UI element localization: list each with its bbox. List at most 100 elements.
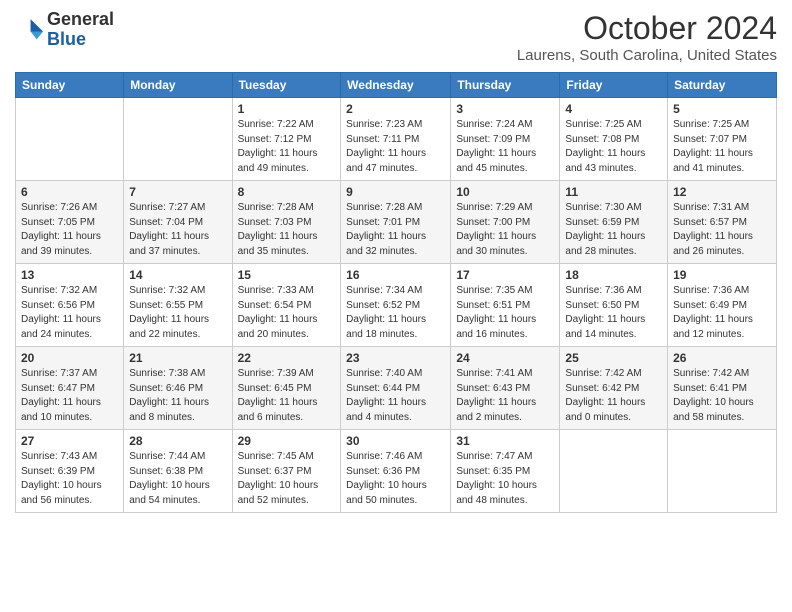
- day-info: Sunrise: 7:34 AM Sunset: 6:52 PM Dayligh…: [346, 284, 445, 342]
- day-number: 7: [129, 185, 226, 199]
- location-title: Laurens, South Carolina, United States: [517, 47, 777, 64]
- calendar-cell: [16, 98, 124, 181]
- day-number: 2: [346, 102, 445, 116]
- day-info: Sunrise: 7:42 AM Sunset: 6:42 PM Dayligh…: [565, 367, 662, 425]
- day-number: 11: [565, 185, 662, 199]
- calendar-cell: 17 Sunrise: 7:35 AM Sunset: 6:51 PM Dayli…: [451, 264, 560, 347]
- calendar-header-saturday: Saturday: [668, 73, 777, 98]
- day-info: Sunrise: 7:40 AM Sunset: 6:44 PM Dayligh…: [346, 367, 445, 425]
- day-number: 26: [673, 351, 771, 365]
- day-number: 6: [21, 185, 118, 199]
- day-number: 28: [129, 434, 226, 448]
- calendar-cell: 27 Sunrise: 7:43 AM Sunset: 6:39 PM Dayli…: [16, 430, 124, 513]
- calendar-cell: 19 Sunrise: 7:36 AM Sunset: 6:49 PM Dayli…: [668, 264, 777, 347]
- day-info: Sunrise: 7:42 AM Sunset: 6:41 PM Dayligh…: [673, 367, 771, 425]
- calendar-header-monday: Monday: [124, 73, 232, 98]
- day-number: 15: [238, 268, 336, 282]
- calendar-cell: [560, 430, 668, 513]
- day-info: Sunrise: 7:43 AM Sunset: 6:39 PM Dayligh…: [21, 450, 118, 508]
- day-info: Sunrise: 7:31 AM Sunset: 6:57 PM Dayligh…: [673, 201, 771, 259]
- calendar-cell: 11 Sunrise: 7:30 AM Sunset: 6:59 PM Dayli…: [560, 181, 668, 264]
- calendar-cell: 23 Sunrise: 7:40 AM Sunset: 6:44 PM Dayli…: [341, 347, 451, 430]
- day-info: Sunrise: 7:36 AM Sunset: 6:49 PM Dayligh…: [673, 284, 771, 342]
- calendar-cell: 5Sunrise: 7:25 AM Sunset: 7:07 PM Daylig…: [668, 98, 777, 181]
- day-info: Sunrise: 7:44 AM Sunset: 6:38 PM Dayligh…: [129, 450, 226, 508]
- day-number: 20: [21, 351, 118, 365]
- day-info: Sunrise: 7:33 AM Sunset: 6:54 PM Dayligh…: [238, 284, 336, 342]
- day-info: Sunrise: 7:29 AM Sunset: 7:00 PM Dayligh…: [456, 201, 554, 259]
- day-number: 8: [238, 185, 336, 199]
- calendar-week-5: 27 Sunrise: 7:43 AM Sunset: 6:39 PM Dayli…: [16, 430, 777, 513]
- day-number: 23: [346, 351, 445, 365]
- day-info: Sunrise: 7:30 AM Sunset: 6:59 PM Dayligh…: [565, 201, 662, 259]
- calendar-cell: 25 Sunrise: 7:42 AM Sunset: 6:42 PM Dayli…: [560, 347, 668, 430]
- calendar-week-4: 20 Sunrise: 7:37 AM Sunset: 6:47 PM Dayli…: [16, 347, 777, 430]
- calendar-header-sunday: Sunday: [16, 73, 124, 98]
- day-info: Sunrise: 7:22 AM Sunset: 7:12 PM Dayligh…: [238, 118, 336, 176]
- calendar-cell: 10 Sunrise: 7:29 AM Sunset: 7:00 PM Dayli…: [451, 181, 560, 264]
- day-number: 22: [238, 351, 336, 365]
- calendar-cell: 18Sunrise: 7:36 AM Sunset: 6:50 PM Dayli…: [560, 264, 668, 347]
- calendar-header-thursday: Thursday: [451, 73, 560, 98]
- calendar-cell: 13 Sunrise: 7:32 AM Sunset: 6:56 PM Dayli…: [16, 264, 124, 347]
- title-area: October 2024 Laurens, South Carolina, Un…: [517, 10, 777, 64]
- calendar-week-3: 13 Sunrise: 7:32 AM Sunset: 6:56 PM Dayli…: [16, 264, 777, 347]
- calendar-cell: 3 Sunrise: 7:24 AM Sunset: 7:09 PM Daylig…: [451, 98, 560, 181]
- day-info: Sunrise: 7:46 AM Sunset: 6:36 PM Dayligh…: [346, 450, 445, 508]
- calendar-cell: 26 Sunrise: 7:42 AM Sunset: 6:41 PM Dayli…: [668, 347, 777, 430]
- calendar-cell: 14 Sunrise: 7:32 AM Sunset: 6:55 PM Dayli…: [124, 264, 232, 347]
- day-info: Sunrise: 7:45 AM Sunset: 6:37 PM Dayligh…: [238, 450, 336, 508]
- day-number: 25: [565, 351, 662, 365]
- day-info: Sunrise: 7:25 AM Sunset: 7:08 PM Dayligh…: [565, 118, 662, 176]
- day-number: 19: [673, 268, 771, 282]
- day-info: Sunrise: 7:39 AM Sunset: 6:45 PM Dayligh…: [238, 367, 336, 425]
- day-number: 24: [456, 351, 554, 365]
- calendar-cell: 22 Sunrise: 7:39 AM Sunset: 6:45 PM Dayli…: [232, 347, 341, 430]
- day-info: Sunrise: 7:24 AM Sunset: 7:09 PM Dayligh…: [456, 118, 554, 176]
- logo-general: General: [47, 10, 114, 30]
- calendar-cell: [668, 430, 777, 513]
- calendar-header-friday: Friday: [560, 73, 668, 98]
- calendar-header-wednesday: Wednesday: [341, 73, 451, 98]
- day-number: 16: [346, 268, 445, 282]
- calendar-cell: 15 Sunrise: 7:33 AM Sunset: 6:54 PM Dayli…: [232, 264, 341, 347]
- day-number: 9: [346, 185, 445, 199]
- day-number: 12: [673, 185, 771, 199]
- logo-icon: [15, 16, 43, 44]
- day-number: 30: [346, 434, 445, 448]
- logo-text: General Blue: [47, 10, 114, 50]
- day-number: 17: [456, 268, 554, 282]
- day-info: Sunrise: 7:28 AM Sunset: 7:03 PM Dayligh…: [238, 201, 336, 259]
- day-number: 13: [21, 268, 118, 282]
- calendar-week-1: 1 Sunrise: 7:22 AM Sunset: 7:12 PM Daylig…: [16, 98, 777, 181]
- day-info: Sunrise: 7:32 AM Sunset: 6:55 PM Dayligh…: [129, 284, 226, 342]
- day-info: Sunrise: 7:47 AM Sunset: 6:35 PM Dayligh…: [456, 450, 554, 508]
- day-info: Sunrise: 7:41 AM Sunset: 6:43 PM Dayligh…: [456, 367, 554, 425]
- day-info: Sunrise: 7:35 AM Sunset: 6:51 PM Dayligh…: [456, 284, 554, 342]
- day-number: 14: [129, 268, 226, 282]
- calendar-cell: 20 Sunrise: 7:37 AM Sunset: 6:47 PM Dayli…: [16, 347, 124, 430]
- calendar-cell: 16 Sunrise: 7:34 AM Sunset: 6:52 PM Dayli…: [341, 264, 451, 347]
- calendar-cell: 4Sunrise: 7:25 AM Sunset: 7:08 PM Daylig…: [560, 98, 668, 181]
- calendar-cell: 8 Sunrise: 7:28 AM Sunset: 7:03 PM Daylig…: [232, 181, 341, 264]
- calendar-cell: 29Sunrise: 7:45 AM Sunset: 6:37 PM Dayli…: [232, 430, 341, 513]
- day-number: 3: [456, 102, 554, 116]
- calendar-cell: 30 Sunrise: 7:46 AM Sunset: 6:36 PM Dayli…: [341, 430, 451, 513]
- day-number: 18: [565, 268, 662, 282]
- day-info: Sunrise: 7:38 AM Sunset: 6:46 PM Dayligh…: [129, 367, 226, 425]
- page: General Blue October 2024 Laurens, South…: [0, 0, 792, 612]
- day-info: Sunrise: 7:23 AM Sunset: 7:11 PM Dayligh…: [346, 118, 445, 176]
- calendar-cell: 21 Sunrise: 7:38 AM Sunset: 6:46 PM Dayli…: [124, 347, 232, 430]
- calendar-cell: 24 Sunrise: 7:41 AM Sunset: 6:43 PM Dayli…: [451, 347, 560, 430]
- day-number: 1: [238, 102, 336, 116]
- day-info: Sunrise: 7:32 AM Sunset: 6:56 PM Dayligh…: [21, 284, 118, 342]
- calendar-header-row: SundayMondayTuesdayWednesdayThursdayFrid…: [16, 73, 777, 98]
- day-number: 27: [21, 434, 118, 448]
- day-number: 21: [129, 351, 226, 365]
- day-info: Sunrise: 7:37 AM Sunset: 6:47 PM Dayligh…: [21, 367, 118, 425]
- calendar-cell: 9Sunrise: 7:28 AM Sunset: 7:01 PM Daylig…: [341, 181, 451, 264]
- day-number: 10: [456, 185, 554, 199]
- calendar-cell: 28 Sunrise: 7:44 AM Sunset: 6:38 PM Dayli…: [124, 430, 232, 513]
- calendar-cell: 7Sunrise: 7:27 AM Sunset: 7:04 PM Daylig…: [124, 181, 232, 264]
- calendar-cell: 6Sunrise: 7:26 AM Sunset: 7:05 PM Daylig…: [16, 181, 124, 264]
